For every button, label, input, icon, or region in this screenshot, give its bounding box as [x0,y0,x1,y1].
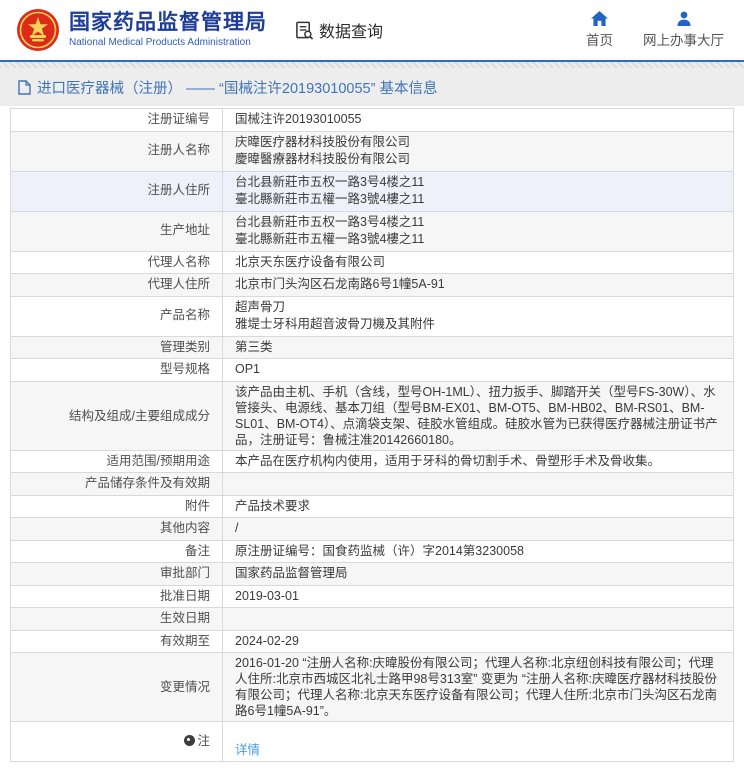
table-row-registrant-address: 注册人住所 台北县新莊市五权一路3号4楼之11 臺北縣新莊市五權一路3號4樓之1… [11,171,734,211]
row-value: 庆暐医疗器材科技股份有限公司 慶暐醫療器材科技股份有限公司 [223,131,734,171]
data-query-label: 数据查询 [319,18,383,42]
row-label: 有效期至 [11,630,223,653]
row-value: 原注册证编号：国食药监械（许）字2014第3230058 [223,540,734,563]
row-value [223,608,734,631]
row-value: 北京天东医疗设备有限公司 [223,251,734,274]
table-row-management-class: 管理类别 第三类 [11,336,734,359]
table-row-remarks: 备注 原注册证编号：国食药监械（许）字2014第3230058 [11,540,734,563]
note-icon [184,735,195,746]
row-value: 该产品由主机、手机（含线，型号OH-1ML）、扭力扳手、脚踏开关（型号FS-30… [223,381,734,450]
detail-link[interactable]: 详情 [235,743,260,757]
table-row-attachment: 附件 产品技术要求 [11,495,734,518]
header: 国家药品监督管理局 National Medical Products Admi… [0,0,744,62]
table-row-agent-name: 代理人名称 北京天东医疗设备有限公司 [11,251,734,274]
person-icon [676,11,692,26]
registration-info-panel: 注册证编号 国械注许20193010055 注册人名称 庆暐医疗器材科技股份有限… [0,106,744,768]
breadcrumb-bar: 进口医疗器械（注册） —— “国械注许20193010055” 基本信息 [0,62,744,106]
national-emblem-icon [16,8,60,52]
home-icon [591,11,608,26]
row-value: OP1 [223,359,734,382]
row-label: 注册人名称 [11,131,223,171]
row-label: 生效日期 [11,608,223,631]
site-title: 国家药品监督管理局 [69,11,267,35]
row-value [223,473,734,496]
row-value: 北京市门头沟区石龙南路6号1幢5A-91 [223,274,734,297]
row-value: 台北县新莊市五权一路3号4楼之11 臺北縣新莊市五權一路3號4樓之11 [223,211,734,251]
table-row-approval-date: 批准日期 2019-03-01 [11,585,734,608]
row-label: 批准日期 [11,585,223,608]
row-value: 详情 [223,722,734,762]
row-label: 管理类别 [11,336,223,359]
document-icon [18,80,31,95]
registration-info-table: 注册证编号 国械注许20193010055 注册人名称 庆暐医疗器材科技股份有限… [10,108,734,762]
row-label: 其他内容 [11,518,223,541]
table-row-cert-number: 注册证编号 国械注许20193010055 [11,109,734,132]
row-label: 产品名称 [11,296,223,336]
table-row-product-name: 产品名称 超声骨刀 雅堤士牙科用超音波骨刀機及其附件 [11,296,734,336]
row-value: 产品技术要求 [223,495,734,518]
header-right-nav: 首页 网上办事大厅 [586,11,728,49]
nav-service-hall-label: 网上办事大厅 [643,29,724,49]
table-row-model-spec: 型号规格 OP1 [11,359,734,382]
row-label: 产品储存条件及有效期 [11,473,223,496]
row-label: 结构及组成/主要组成成分 [11,381,223,450]
note-label: 注 [197,734,210,748]
row-value: 国家药品监督管理局 [223,563,734,586]
row-value: 台北县新莊市五权一路3号4楼之11 臺北縣新莊市五權一路3號4樓之11 [223,171,734,211]
table-row-approval-department: 审批部门 国家药品监督管理局 [11,563,734,586]
nav-data-query[interactable]: 数据查询 [295,18,383,42]
table-row-registrant-name: 注册人名称 庆暐医疗器材科技股份有限公司 慶暐醫療器材科技股份有限公司 [11,131,734,171]
row-value: / [223,518,734,541]
row-value: 本产品在医疗机构内使用，适用于牙科的骨切割手术、骨塑形手术及骨收集。 [223,450,734,473]
table-row-note: 注 详情 [11,722,734,762]
row-label: 代理人名称 [11,251,223,274]
table-row-agent-address: 代理人住所 北京市门头沟区石龙南路6号1幢5A-91 [11,274,734,297]
row-value: 2024-02-29 [223,630,734,653]
row-label: 型号规格 [11,359,223,382]
table-row-valid-until: 有效期至 2024-02-29 [11,630,734,653]
table-row-change-history: 变更情况 2016-01-20 “注册人名称:庆暐股份有限公司；代理人名称:北京… [11,653,734,722]
row-label: 注册人住所 [11,171,223,211]
row-label: 适用范围/预期用途 [11,450,223,473]
row-label: 变更情况 [11,653,223,722]
table-row-other-content: 其他内容 / [11,518,734,541]
table-row-effective-date: 生效日期 [11,608,734,631]
nav-home-label: 首页 [586,29,613,49]
nav-home[interactable]: 首页 [586,11,613,49]
row-value: 超声骨刀 雅堤士牙科用超音波骨刀機及其附件 [223,296,734,336]
table-row-intended-use: 适用范围/预期用途 本产品在医疗机构内使用，适用于牙科的骨切割手术、骨塑形手术及… [11,450,734,473]
table-row-storage-validity: 产品储存条件及有效期 [11,473,734,496]
row-label: 备注 [11,540,223,563]
row-value: 2016-01-20 “注册人名称:庆暐股份有限公司；代理人名称:北京纽创科技有… [223,653,734,722]
site-title-block: 国家药品监督管理局 National Medical Products Admi… [69,11,267,49]
table-row-production-address: 生产地址 台北县新莊市五权一路3号4楼之11 臺北縣新莊市五權一路3號4樓之11 [11,211,734,251]
row-label: 审批部门 [11,563,223,586]
row-label: 代理人住所 [11,274,223,297]
data-query-icon [295,21,314,40]
row-label: 生产地址 [11,211,223,251]
site-subtitle: National Medical Products Administration [69,37,267,49]
row-value: 第三类 [223,336,734,359]
table-row-structure-composition: 结构及组成/主要组成成分 该产品由主机、手机（含线，型号OH-1ML）、扭力扳手… [11,381,734,450]
row-value: 国械注许20193010055 [223,109,734,132]
row-value: 2019-03-01 [223,585,734,608]
row-label: 注 [11,722,223,762]
site-logo: 国家药品监督管理局 National Medical Products Admi… [16,8,267,52]
nav-service-hall[interactable]: 网上办事大厅 [643,11,724,49]
breadcrumb: 进口医疗器械（注册） —— “国械注许20193010055” 基本信息 [37,77,437,98]
row-label: 注册证编号 [11,109,223,132]
row-label: 附件 [11,495,223,518]
